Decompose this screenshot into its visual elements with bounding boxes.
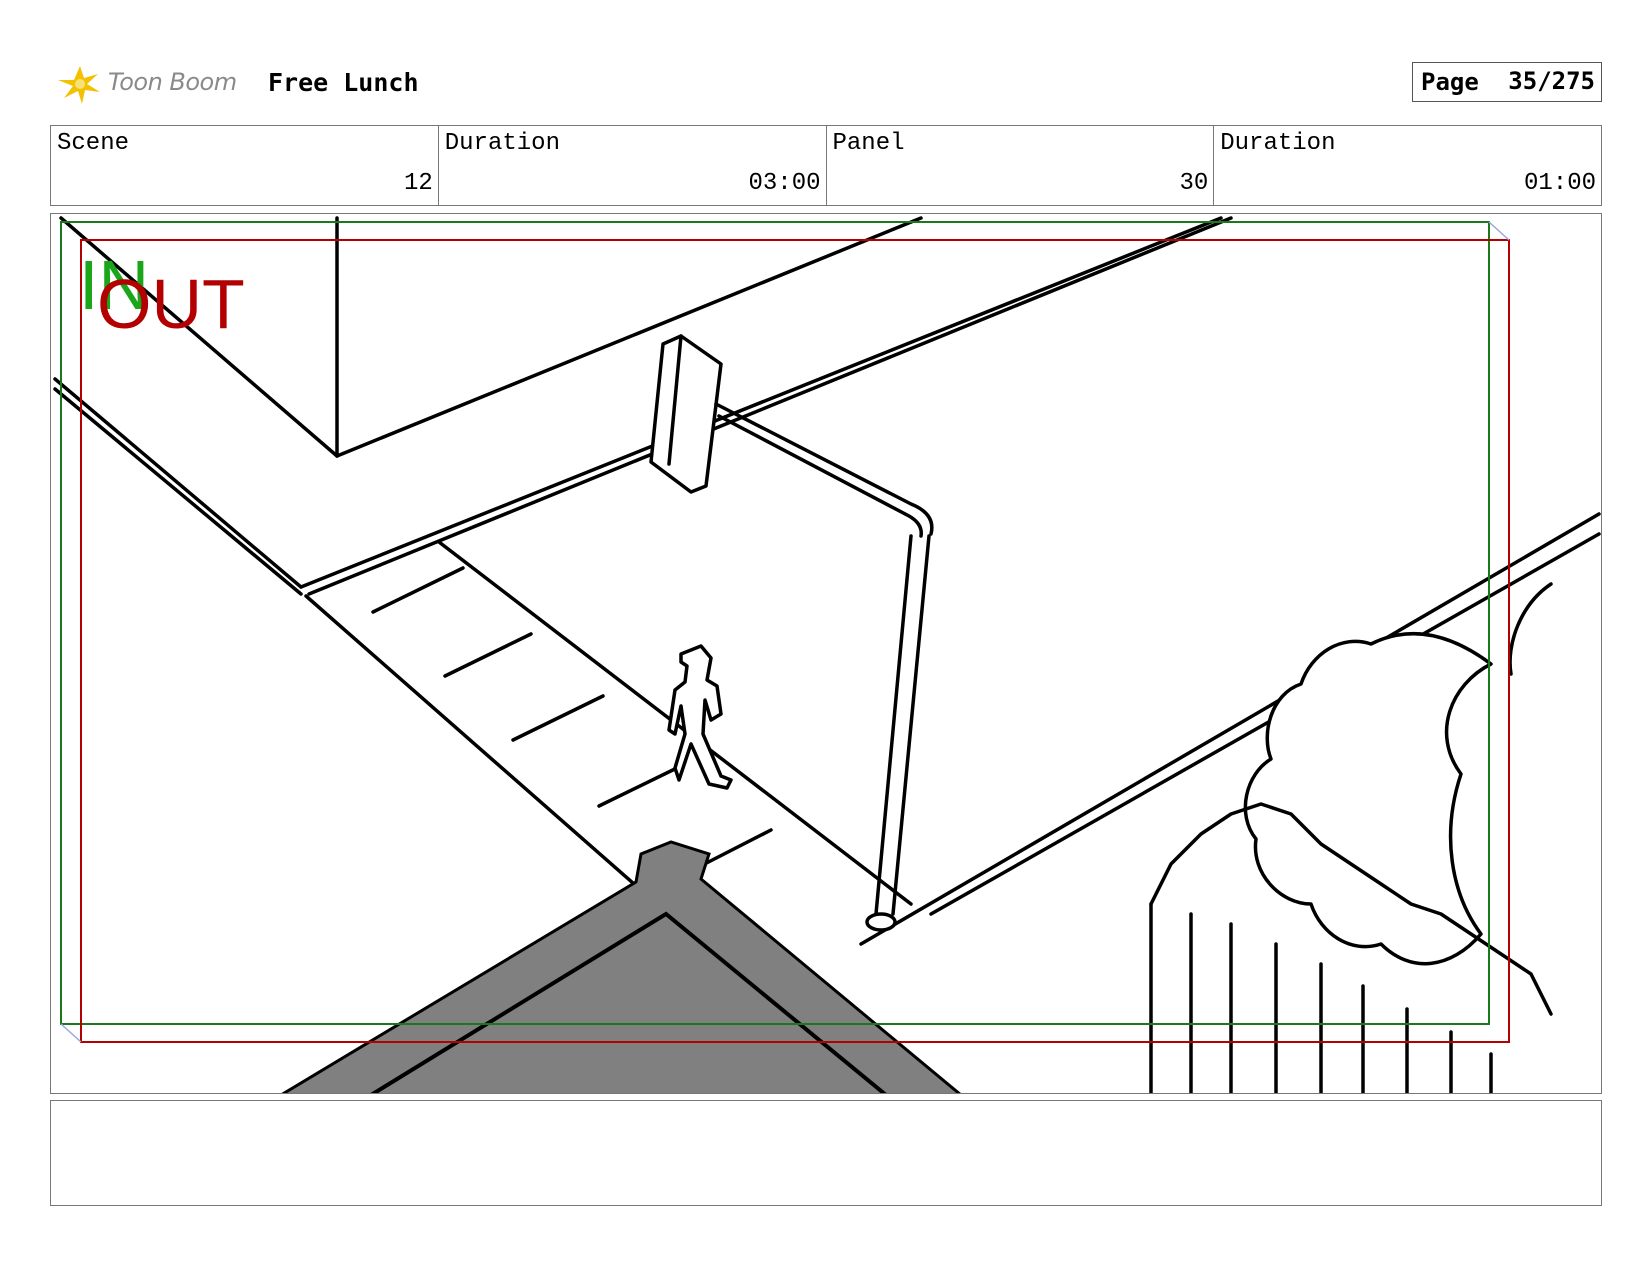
panel-duration-label: Duration [1220,130,1336,157]
curb-upper-2 [53,387,303,596]
notes-box[interactable] [50,1100,1602,1206]
panel-label: Panel [832,130,905,157]
scene-label: Scene [57,130,130,157]
project-title: Free Lunch [268,68,419,97]
sidewalk-top-2 [307,216,1233,596]
crosswalk-stripe [371,566,465,614]
info-row: Scene 12 Duration 03:00 Panel 30 Duratio… [50,125,1602,206]
roof [281,840,961,1093]
panel-drawing [53,216,1601,1093]
toon-boom-logo: Toon Boom [52,58,252,110]
page-number: 35/275 [1508,67,1595,95]
panel-duration-value: 01:00 [1523,170,1596,197]
bush [1243,631,1493,966]
panel-cell: Panel 30 [827,126,1215,205]
crosswalk-stripe [511,694,605,742]
crosswalk-stripe [597,764,683,808]
scene-value: 12 [403,170,433,197]
scene-cell: Scene 12 [51,126,439,205]
page-indicator: Page 35/275 [1412,62,1602,102]
scene-duration-value: 03:00 [748,170,821,197]
out-frame-guide [80,239,1510,1043]
scene-duration-cell: Duration 03:00 [439,126,827,205]
traffic-light-arm [714,402,934,536]
pole-base [865,912,897,932]
page-label: Page [1421,68,1479,96]
traffic-light-box [649,334,723,494]
traffic-light-pole [874,534,913,916]
logo-text: Toon Boom [108,68,237,96]
out-marker: OUT [97,265,245,343]
panel-duration-cell: Duration 01:00 [1214,126,1601,205]
header: Toon Boom Free Lunch Page 35/275 [52,58,1612,110]
sidewalk-top [299,216,1223,589]
curb-upper [53,377,303,589]
storyboard-panel: IN OUT [50,213,1602,1094]
in-frame-guide [60,221,1490,1025]
person [667,644,733,790]
panel-value: 30 [1179,170,1209,197]
building-roofline [335,216,923,458]
crosswalk-stripe [443,632,533,678]
toon-boom-logo-icon [58,66,100,104]
scene-duration-label: Duration [444,130,560,157]
